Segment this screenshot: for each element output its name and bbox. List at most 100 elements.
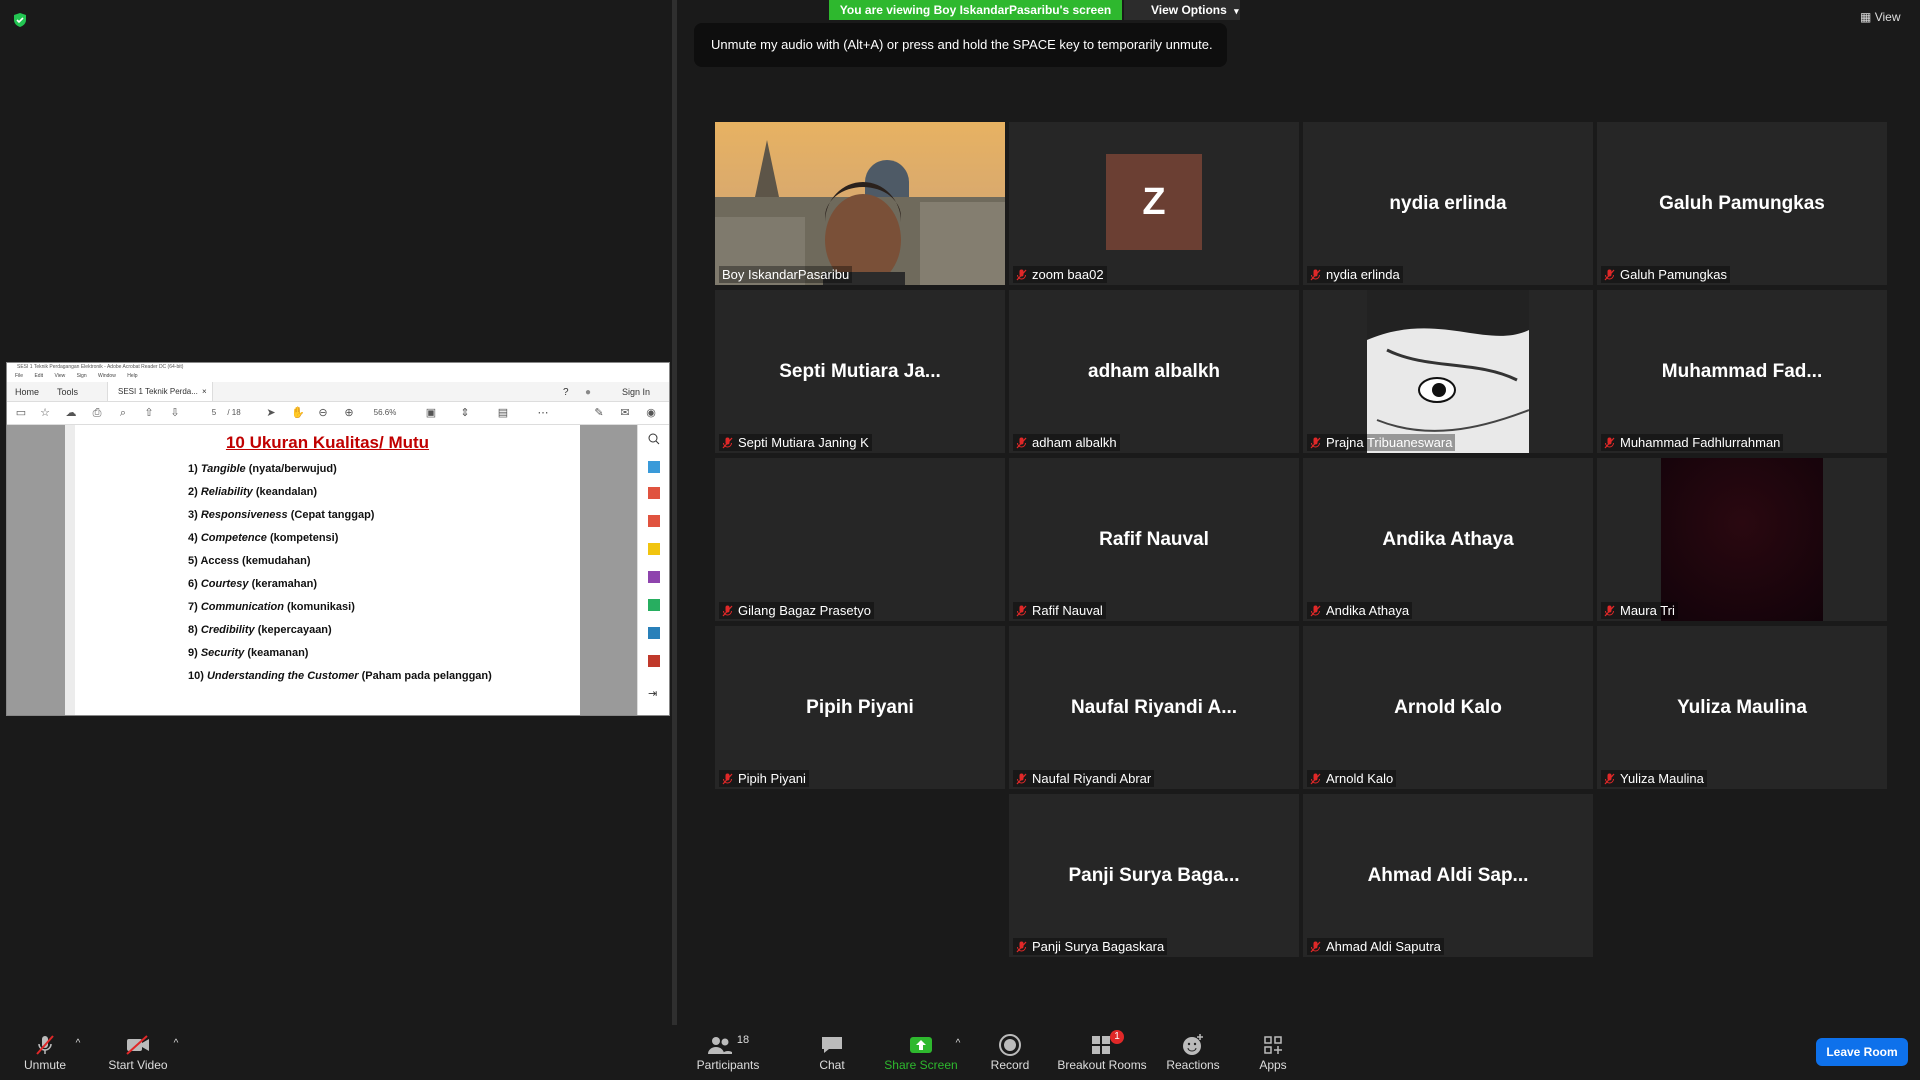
sign-in-link[interactable]: Sign In: [622, 387, 650, 397]
menu-file[interactable]: File: [15, 373, 23, 379]
unmute-button[interactable]: Unmute: [16, 1032, 74, 1072]
breakout-rooms-button[interactable]: 1 Breakout Rooms: [1056, 1030, 1148, 1072]
share-options-caret[interactable]: ^: [952, 1038, 964, 1049]
upload-icon[interactable]: ☁: [65, 407, 77, 419]
participant-tile[interactable]: Panji Surya Baga... Panji Surya Bagaskara: [1009, 794, 1299, 957]
participant-name-label: Rafif Nauval: [1013, 602, 1106, 619]
participant-tile[interactable]: Gilang Bagaz Prasetyo: [715, 458, 1005, 621]
participant-tile[interactable]: Pipih Piyani Pipih Piyani: [715, 626, 1005, 789]
participant-tile[interactable]: Andika Athaya Andika Athaya: [1303, 458, 1593, 621]
participant-tile[interactable]: nydia erlinda nydia erlinda: [1303, 122, 1593, 285]
mail-icon[interactable]: ✉: [619, 407, 631, 419]
microphone-muted-icon: [1016, 605, 1027, 616]
hand-tool-icon[interactable]: ✋: [291, 407, 305, 419]
chat-button[interactable]: Chat: [808, 1032, 856, 1072]
shield-icon[interactable]: [12, 12, 28, 28]
microphone-muted-icon: [36, 1035, 54, 1055]
tab-home[interactable]: Home: [15, 387, 39, 397]
leave-room-button[interactable]: Leave Room: [1816, 1038, 1908, 1066]
participant-name: Septi Mutiara Janing K: [738, 435, 869, 450]
grid-view-icon: ▦: [1860, 10, 1872, 24]
microphone-muted-icon: [1016, 269, 1027, 280]
scroll-mode-icon[interactable]: ⇕: [459, 407, 471, 419]
zoom-out-icon[interactable]: ⊖: [317, 407, 329, 419]
tab-document[interactable]: SESI 1 Teknik Perda... ×: [107, 382, 213, 401]
participant-tile[interactable]: Yuliza Maulina Yuliza Maulina: [1597, 626, 1887, 789]
participant-tile[interactable]: adham albalkh adham albalkh: [1009, 290, 1299, 453]
sign-pen-icon[interactable]: ✎: [593, 407, 605, 419]
fit-page-icon[interactable]: ▣: [425, 407, 437, 419]
participant-tile[interactable]: Zzoom baa02: [1009, 122, 1299, 285]
microphone-muted-icon: [1310, 437, 1321, 448]
help-icon[interactable]: ?: [563, 387, 569, 398]
edit-pdf-icon[interactable]: [648, 571, 660, 583]
expand-pane-icon[interactable]: ⇥: [648, 687, 660, 700]
participant-name-label: Naufal Riyandi Abrar: [1013, 770, 1155, 787]
create-pdf-icon[interactable]: [648, 461, 660, 473]
participant-tile[interactable]: Maura Tri: [1597, 458, 1887, 621]
more-icon[interactable]: ⋯: [537, 407, 549, 419]
star-icon[interactable]: ☆: [39, 407, 51, 419]
print-icon[interactable]: ⎙: [91, 407, 103, 419]
menu-help[interactable]: Help: [127, 373, 137, 379]
reactions-button[interactable]: Reactions: [1164, 1032, 1222, 1072]
page-up-icon[interactable]: ⇧: [143, 407, 155, 419]
participant-display-name: Rafif Nauval: [1099, 528, 1209, 550]
zoom-search-icon[interactable]: ⌕: [117, 407, 129, 419]
page-down-icon[interactable]: ⇩: [169, 407, 181, 419]
start-video-button[interactable]: Start Video: [104, 1032, 172, 1072]
participant-tile[interactable]: Naufal Riyandi A... Naufal Riyandi Abrar: [1009, 626, 1299, 789]
export-pdf-icon[interactable]: [648, 515, 660, 527]
tab-tools[interactable]: Tools: [57, 387, 78, 397]
unmute-hint-toast: Unmute my audio with (Alt+A) or press an…: [694, 23, 1227, 67]
menu-window[interactable]: Window: [98, 373, 116, 379]
participant-tile[interactable]: Septi Mutiara Ja... Septi Mutiara Janing …: [715, 290, 1005, 453]
acrobat-tab-bar: Home Tools SESI 1 Teknik Perda... × ? ● …: [7, 382, 669, 402]
video-options-caret[interactable]: ^: [170, 1038, 182, 1049]
zoom-tool-icon[interactable]: [648, 433, 660, 445]
participant-tile[interactable]: Prajna Tribuaneswara: [1303, 290, 1593, 453]
organize-pages-icon[interactable]: [648, 599, 660, 611]
view-options-button[interactable]: View Options ▾: [1124, 0, 1240, 20]
audio-options-caret[interactable]: ^: [72, 1038, 84, 1049]
apps-icon: [1264, 1036, 1282, 1054]
pdf-item-description: (keamanan): [247, 647, 309, 659]
participants-button[interactable]: 18 Participants: [690, 1032, 766, 1072]
record-button[interactable]: Record: [980, 1032, 1040, 1072]
participant-name-label: Yuliza Maulina: [1601, 770, 1707, 787]
zoom-level[interactable]: 56.6%: [371, 407, 399, 419]
chevron-down-icon: ▾: [1234, 6, 1239, 16]
comment-tool-icon[interactable]: [648, 543, 660, 555]
menu-edit[interactable]: Edit: [34, 373, 43, 379]
split-divider[interactable]: [672, 0, 677, 1025]
menu-view[interactable]: View: [54, 373, 65, 379]
participant-tile[interactable]: Ahmad Aldi Sap... Ahmad Aldi Saputra: [1303, 794, 1593, 957]
view-layout-button[interactable]: ▦ View: [1860, 10, 1908, 30]
participant-tile[interactable]: Arnold Kalo Arnold Kalo: [1303, 626, 1593, 789]
participant-display-name: adham albalkh: [1088, 360, 1220, 382]
participant-tile[interactable]: Boy IskandarPasaribu: [715, 122, 1005, 285]
share-user-icon[interactable]: ◉: [645, 407, 657, 419]
page-number-input[interactable]: 5: [205, 407, 223, 419]
bell-icon[interactable]: ●: [585, 387, 591, 398]
acrobat-title-bar: SESI 1 Teknik Perdagangan Elektronik - A…: [7, 363, 669, 372]
participant-tile[interactable]: Rafif Nauval Rafif Nauval: [1009, 458, 1299, 621]
close-tab-icon[interactable]: ×: [202, 387, 207, 396]
menu-sign[interactable]: Sign: [77, 373, 87, 379]
combine-files-icon[interactable]: [648, 487, 660, 499]
page-viewport[interactable]: 10 Ukuran Kualitas/ Mutu 1) Tangible (ny…: [17, 425, 633, 715]
participant-tile[interactable]: Galuh Pamungkas Galuh Pamungkas: [1597, 122, 1887, 285]
share-screen-button[interactable]: Share Screen: [882, 1032, 960, 1072]
protect-icon[interactable]: [648, 627, 660, 639]
zoom-in-icon[interactable]: ⊕: [343, 407, 355, 419]
pdf-item-description: (keandalan): [255, 486, 318, 498]
select-cursor-icon[interactable]: ➤: [265, 407, 277, 419]
pdf-list-item: 2) Reliability (keandalan): [188, 486, 317, 498]
comment-icon[interactable]: ▤: [497, 407, 509, 419]
save-icon[interactable]: ▭: [15, 407, 27, 419]
apps-button[interactable]: Apps: [1244, 1032, 1302, 1072]
participant-name: nydia erlinda: [1326, 267, 1400, 282]
participant-tile[interactable]: Muhammad Fad... Muhammad Fadhlurrahman: [1597, 290, 1887, 453]
microphone-muted-icon: [1016, 437, 1027, 448]
fill-sign-icon[interactable]: [648, 655, 660, 667]
